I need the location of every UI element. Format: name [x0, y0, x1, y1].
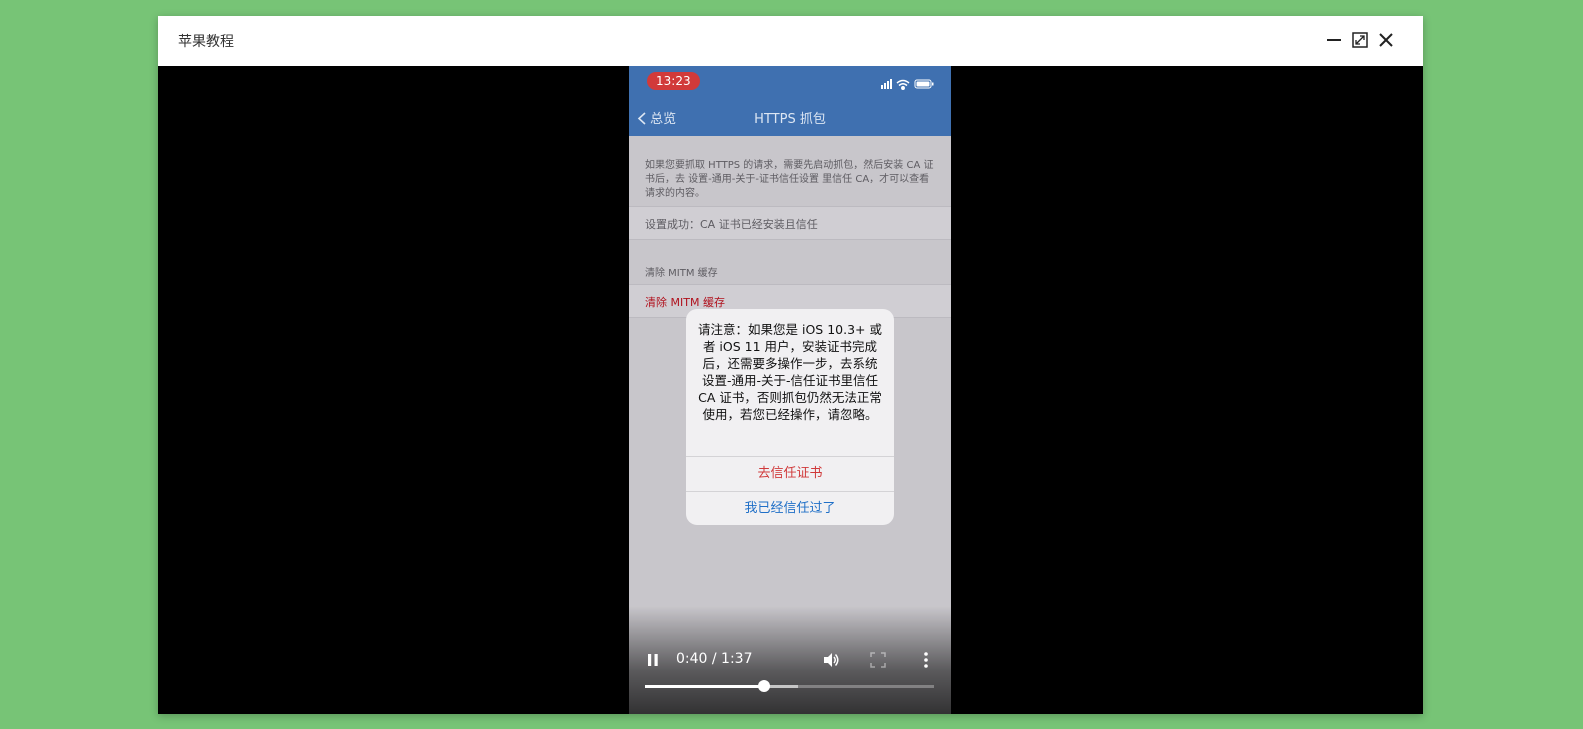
more-icon[interactable]: [920, 651, 932, 673]
ios-alert: 请注意：如果您是 iOS 10.3+ 或者 iOS 11 用户，安装证书完成后，…: [686, 309, 894, 525]
status-cell-text: 设置成功：CA 证书已经安装且信任: [645, 218, 818, 231]
signal-icon: [881, 79, 892, 89]
pause-icon[interactable]: [645, 652, 661, 672]
maximize-icon[interactable]: [1350, 30, 1370, 50]
clear-cache-label: 清除 MITM 缓存: [645, 296, 725, 309]
group-header: 清除 MITM 缓存: [645, 268, 718, 279]
video-dialog: 苹果教程 13:23 总览 HTTPS 抓包 如果您要抓取 HTTPS 的请求，…: [158, 16, 1423, 714]
alert-message: 请注意：如果您是 iOS 10.3+ 或者 iOS 11 用户，安装证书完成后，…: [698, 322, 882, 422]
already-trusted-button[interactable]: 我已经信任过了: [686, 491, 894, 525]
https-description: 如果您要抓取 HTTPS 的请求，需要先启动抓包，然后安装 CA 证书后，去 设…: [645, 160, 934, 199]
wifi-icon: [896, 79, 910, 90]
seek-bar[interactable]: [645, 680, 934, 692]
status-icons: [881, 75, 937, 94]
nav-title: HTTPS 抓包: [754, 112, 826, 127]
close-icon[interactable]: [1376, 30, 1396, 50]
battery-icon: [914, 79, 934, 89]
video-player[interactable]: 13:23 总览 HTTPS 抓包 如果您要抓取 HTTPS 的请求，需要先启动…: [158, 66, 1423, 714]
seek-thumb[interactable]: [758, 680, 771, 692]
seek-played: [645, 685, 765, 688]
volume-icon[interactable]: [822, 651, 840, 673]
minimize-icon[interactable]: [1324, 30, 1344, 50]
ios-nav-bar: 总览 HTTPS 抓包: [629, 96, 951, 136]
fullscreen-icon[interactable]: [870, 652, 886, 672]
ios-status-bar: 13:23: [629, 66, 951, 96]
dialog-titlebar: 苹果教程: [158, 16, 1423, 66]
phone-screen-recording: 13:23 总览 HTTPS 抓包 如果您要抓取 HTTPS 的请求，需要先启动…: [629, 66, 951, 714]
dialog-title: 苹果教程: [178, 34, 234, 50]
status-time: 13:23: [647, 72, 700, 90]
status-cell: 设置成功：CA 证书已经安装且信任: [629, 206, 951, 240]
trust-certificate-button[interactable]: 去信任证书: [686, 456, 894, 491]
timecode: 0:40 / 1:37: [676, 651, 753, 667]
